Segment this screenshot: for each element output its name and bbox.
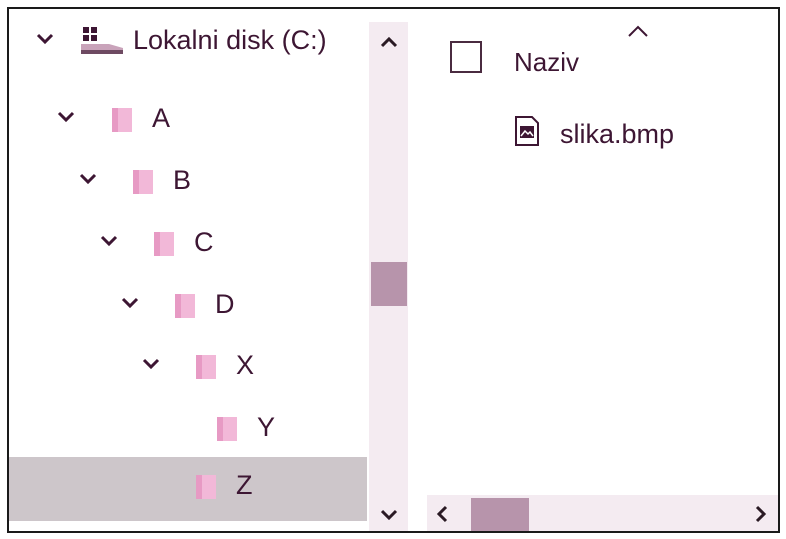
chevron-down-icon[interactable]	[141, 354, 161, 374]
folder-icon	[217, 417, 237, 441]
tree-item-label: Z	[236, 470, 253, 500]
file-explorer-window: Lokalni disk (C:) A B C D X Y Z Naziv sl…	[7, 7, 780, 533]
column-header-name[interactable]: Naziv	[514, 39, 579, 85]
select-all-checkbox[interactable]	[450, 41, 482, 73]
scroll-left-button[interactable]	[427, 495, 457, 531]
chevron-down-icon[interactable]	[120, 293, 140, 313]
sort-ascending-icon	[628, 25, 648, 37]
folder-icon	[196, 355, 216, 379]
scroll-right-button[interactable]	[746, 495, 776, 531]
chevron-down-icon[interactable]	[78, 169, 98, 189]
tree-item-label: B	[173, 165, 192, 195]
chevron-down-icon[interactable]	[56, 107, 76, 127]
folder-icon	[175, 294, 195, 318]
tree-item-lokalni-disk[interactable]: Lokalni disk (C:)	[9, 17, 367, 77]
folder-icon	[196, 475, 216, 499]
file-list-pane: Naziv slika.bmp	[414, 9, 778, 531]
scroll-up-button[interactable]	[369, 28, 408, 56]
tree-item-label: C	[194, 227, 214, 257]
tree-item-z[interactable]: Z	[9, 457, 367, 521]
tree-item-x[interactable]: X	[9, 342, 367, 402]
chevron-right-icon	[755, 505, 767, 523]
horizontal-scrollbar[interactable]	[427, 495, 778, 531]
tree-item-b[interactable]: B	[9, 157, 367, 217]
tree-item-a[interactable]: A	[9, 95, 367, 155]
folder-icon	[154, 232, 174, 256]
horizontal-scroll-thumb[interactable]	[471, 498, 529, 531]
navigation-tree: Lokalni disk (C:) A B C D X Y Z	[9, 9, 377, 531]
chevron-down-icon[interactable]	[35, 29, 55, 49]
drive-icon	[81, 27, 123, 54]
tree-item-label: Y	[257, 412, 276, 442]
vertical-scrollbar[interactable]	[369, 22, 408, 531]
tree-item-label: A	[152, 103, 171, 133]
vertical-scroll-thumb[interactable]	[371, 262, 407, 306]
tree-item-d[interactable]: D	[9, 281, 367, 341]
tree-item-y[interactable]: Y	[9, 404, 367, 464]
tree-item-label: D	[215, 289, 235, 319]
tree-item-label: Lokalni disk (C:)	[133, 25, 327, 55]
folder-icon	[112, 108, 132, 132]
file-item-slika-bmp[interactable]: slika.bmp	[514, 111, 754, 157]
chevron-down-icon[interactable]	[99, 231, 119, 251]
chevron-up-icon	[380, 36, 397, 48]
file-name: slika.bmp	[560, 119, 675, 149]
folder-icon	[133, 170, 153, 194]
scroll-down-button[interactable]	[369, 500, 408, 528]
image-file-icon	[515, 116, 539, 146]
tree-item-label: X	[236, 350, 255, 380]
chevron-down-icon	[380, 509, 397, 520]
tree-item-c[interactable]: C	[9, 219, 367, 279]
chevron-left-icon	[436, 505, 448, 523]
